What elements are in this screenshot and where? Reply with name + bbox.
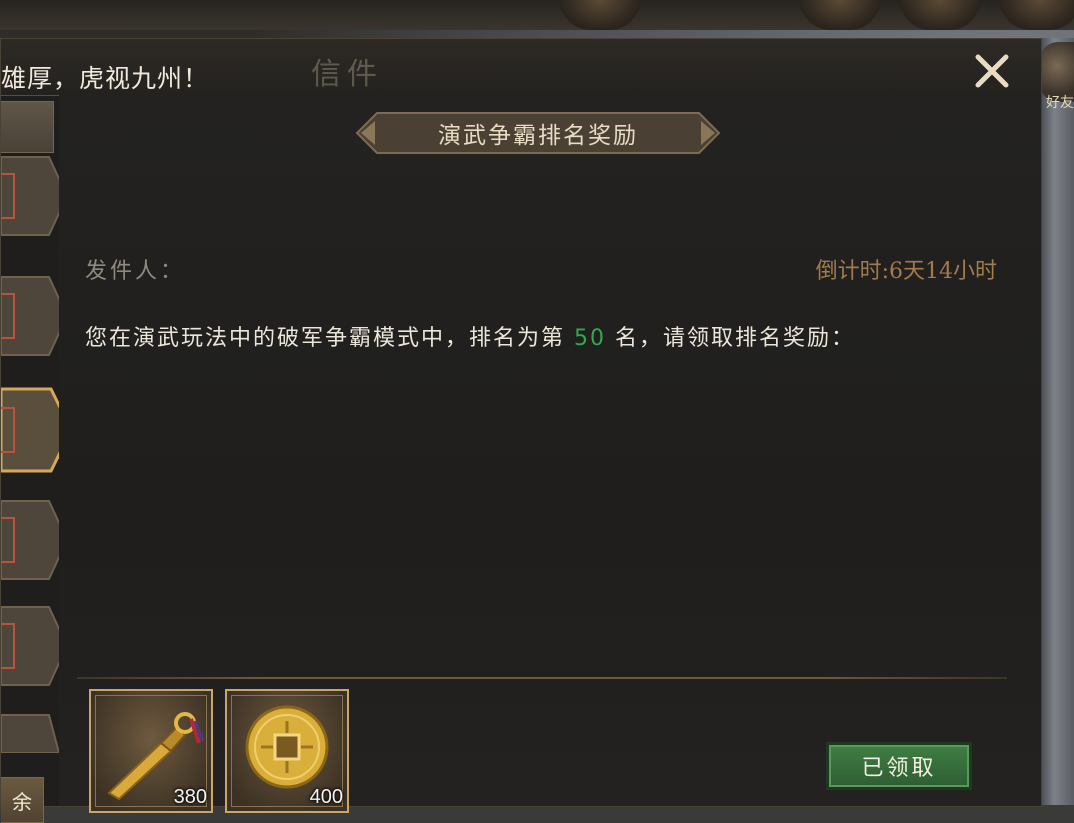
rank-number: 50 — [574, 326, 606, 351]
mail-subject-banner: 演武争霸排名奖励 — [355, 111, 721, 155]
mail-body: 您在演武玩法中的破军争霸模式中，排名为第 50 名，请领取排名奖励： — [85, 323, 1003, 355]
close-button[interactable] — [969, 51, 1015, 91]
mail-envelope-icon — [1, 623, 15, 669]
mail-content-panel: 演武争霸排名奖励 发件人： 倒计时:6天14小时 您在演武玩法中的破军争霸模式中… — [59, 95, 1041, 813]
mail-window: 雄厚，虎视九州！ 信件 余 演武争霸排名奖励 发件人： 倒计时:6天14小时 您… — [0, 38, 1042, 823]
scrolling-announcement: 雄厚，虎视九州！ — [1, 64, 210, 93]
mail-body-text: 您在演武玩法中的破军争霸模式中，排名为第 — [85, 326, 574, 351]
mail-body-text-end: 名，请领取排名奖励： — [606, 326, 855, 351]
mail-envelope-icon — [1, 293, 15, 339]
mail-envelope-icon — [1, 407, 15, 453]
reward-quantity: 400 — [309, 786, 343, 808]
mail-envelope-icon — [1, 173, 15, 219]
reward-quantity: 380 — [173, 786, 207, 808]
title-bar: 雄厚，虎视九州！ 信件 — [1, 39, 1041, 96]
reward-item[interactable]: 380 — [89, 689, 213, 813]
hud-ornament — [800, 0, 880, 30]
divider — [77, 677, 1007, 679]
sender-label: 发件人： — [85, 259, 186, 284]
close-icon — [975, 54, 1009, 88]
claimed-button[interactable]: 已领取 — [829, 745, 969, 787]
expiry-countdown: 倒计时:6天14小时 — [815, 259, 997, 284]
friends-label: 好友 — [1046, 95, 1074, 111]
hud-ornament — [1000, 0, 1074, 30]
mail-envelope-icon — [1, 517, 15, 563]
mail-subject: 演武争霸排名奖励 — [438, 123, 638, 149]
reward-item[interactable]: 400 — [225, 689, 349, 813]
delete-read-button[interactable]: 余 — [1, 777, 44, 823]
sidebar-top-button[interactable] — [1, 101, 54, 153]
hud-ornament — [560, 0, 640, 30]
hud-ornament — [900, 0, 980, 30]
window-title: 信件 — [311, 57, 383, 92]
map-edge — [1041, 38, 1074, 805]
top-hud-strip — [0, 0, 1074, 30]
